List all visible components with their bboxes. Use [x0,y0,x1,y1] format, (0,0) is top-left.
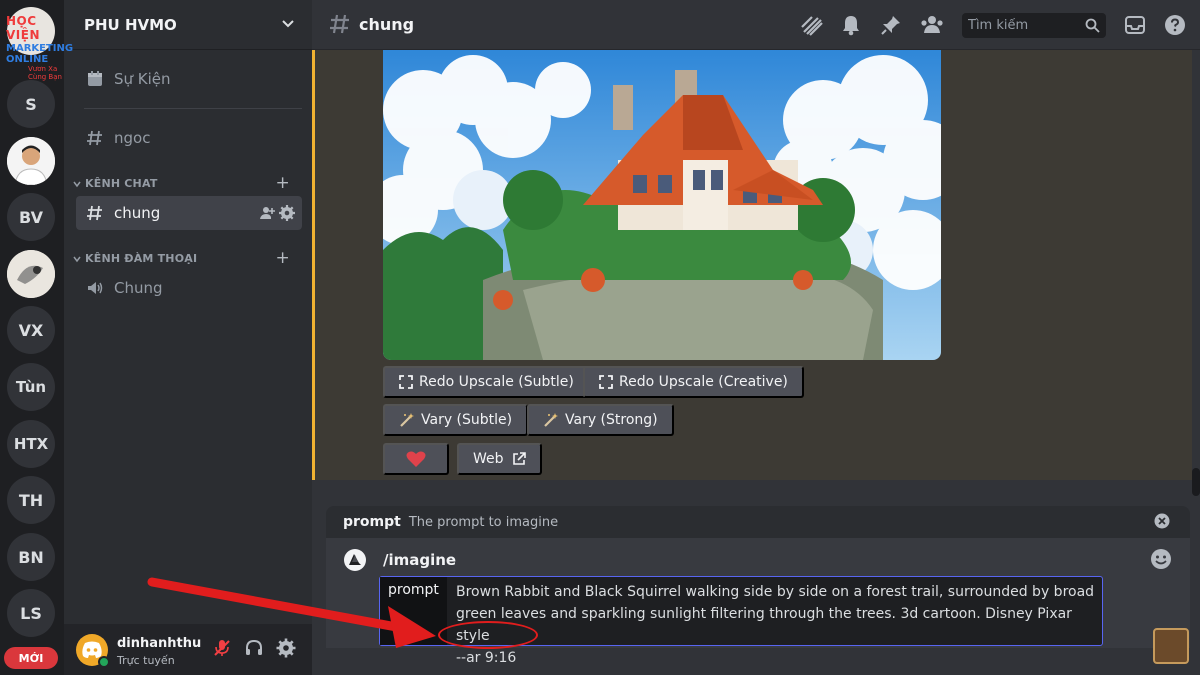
online-status-dot [98,656,110,668]
server-s[interactable]: S [7,80,55,128]
pin-icon[interactable] [880,14,902,36]
sidebar-item-ngoc[interactable]: ngoc [76,121,302,155]
prompt-line-2: green leaves and sparkling sunlight filt… [456,606,1072,644]
server-th[interactable]: TH [7,476,55,524]
server-tun[interactable]: Tùn [7,363,55,411]
heart-icon [406,450,426,468]
watermark-logo: HỌC VIỆN MARKETING ONLINE Vươn Xa Cùng B… [6,14,73,81]
button-label: Vary (Subtle) [421,412,513,428]
search-box[interactable] [962,13,1106,38]
server-vx[interactable]: VX [7,306,55,354]
search-icon [1085,18,1100,37]
magic-wand-icon [399,412,415,428]
sidebar-item-label: Chung [114,279,163,297]
server-rail: HỌC VIỆN MARKETING ONLINE Vươn Xa Cùng B… [0,0,73,675]
chevron-down-icon [280,15,296,35]
chevron-down-icon [73,181,81,187]
category-chat[interactable]: KÊNH CHAT + [72,173,302,193]
channel-topbar: chung [312,0,1200,50]
hash-icon [84,204,106,222]
button-label: Vary (Strong) [565,412,658,428]
server-bv[interactable]: BV [7,193,55,241]
favorite-heart-button[interactable] [383,443,449,475]
sidebar-divider [84,108,302,109]
search-input[interactable] [962,13,1072,38]
red-arrow-annotation [147,577,436,648]
server-avatar-person[interactable] [7,137,55,185]
logo-line3: Vươn Xa Cùng Bạn [28,65,62,81]
add-channel-icon[interactable]: + [276,173,290,193]
person-avatar-icon [7,137,55,185]
help-icon[interactable] [1164,14,1186,36]
bell-icon[interactable] [840,14,862,36]
message-area: Redo Upscale (Subtle) Redo Upscale (Crea… [312,50,1192,480]
logo-line2: MARKETING ONLINE [6,43,74,65]
new-badge[interactable]: MỚI [4,647,58,669]
external-link-icon [512,452,526,466]
vary-strong-button[interactable]: Vary (Strong) [527,404,674,436]
highlight-ellipse-annotation [438,621,538,649]
house-on-cliff-image-icon [383,50,941,360]
hash-icon [328,12,352,40]
option-description: The prompt to imagine [408,514,559,530]
add-channel-icon[interactable]: + [276,248,290,268]
button-label: Web [473,451,504,467]
category-voice[interactable]: KÊNH ĐÀM THOẠI + [72,248,302,268]
user-status: Trực tuyến [117,654,175,667]
server-header[interactable]: PHU HVMO [64,0,312,50]
web-link-button[interactable]: Web [457,443,542,475]
channel-title: chung [359,15,415,34]
sidebar-item-label: ngoc [114,129,151,147]
art-avatar-icon [7,250,55,298]
redo-upscale-subtle-button[interactable]: Redo Upscale (Subtle) [383,366,590,398]
prompt-line-1: Brown Rabbit and Black Squirrel walking … [456,584,1095,600]
option-name: prompt [343,514,401,530]
emoji-picker-icon[interactable] [1150,548,1172,570]
member-list-icon[interactable] [920,14,944,36]
sidebar-item-voice-chung[interactable]: Chung [76,271,302,305]
sidebar-item-events[interactable]: Sự Kiện [76,62,302,96]
close-icon[interactable] [1154,513,1170,529]
upscale-icon [599,375,613,389]
calendar-icon [84,70,106,88]
threads-icon[interactable] [800,14,824,36]
speaker-icon [84,279,106,297]
server-avatar-art[interactable] [7,250,55,298]
prompt-input[interactable]: Brown Rabbit and Black Squirrel walking … [456,581,1096,669]
server-name: PHU HVMO [84,16,177,34]
server-bn[interactable]: BN [7,533,55,581]
upscale-icon [399,375,413,389]
sidebar-item-chung[interactable]: chung [76,196,302,230]
category-label: KÊNH ĐÀM THOẠI [85,252,198,265]
scrollbar-thumb[interactable] [1192,468,1200,496]
inbox-icon[interactable] [1124,14,1146,36]
category-label: KÊNH CHAT [85,177,158,190]
chevron-down-icon [73,256,81,262]
command-option-bar: prompt The prompt to imagine [326,506,1190,538]
server-ls[interactable]: LS [7,589,55,637]
magic-wand-icon [543,412,559,428]
redo-upscale-creative-button[interactable]: Redo Upscale (Creative) [583,366,804,398]
corner-app-icon[interactable] [1153,628,1189,664]
embed-accent-border [312,50,315,480]
button-label: Redo Upscale (Subtle) [419,374,574,390]
sidebar-item-label: chung [114,204,161,222]
button-label: Redo Upscale (Creative) [619,374,788,390]
hash-icon [84,129,106,147]
logo-line1: HỌC VIỆN [6,14,40,42]
generated-image[interactable] [383,50,941,360]
vary-subtle-button[interactable]: Vary (Subtle) [383,404,529,436]
sidebar-item-label: Sự Kiện [114,70,171,88]
server-htx[interactable]: HTX [7,420,55,468]
gear-icon[interactable] [279,205,295,221]
prompt-line-3: --ar 9:16 [456,650,517,666]
invite-icon[interactable] [259,205,275,221]
